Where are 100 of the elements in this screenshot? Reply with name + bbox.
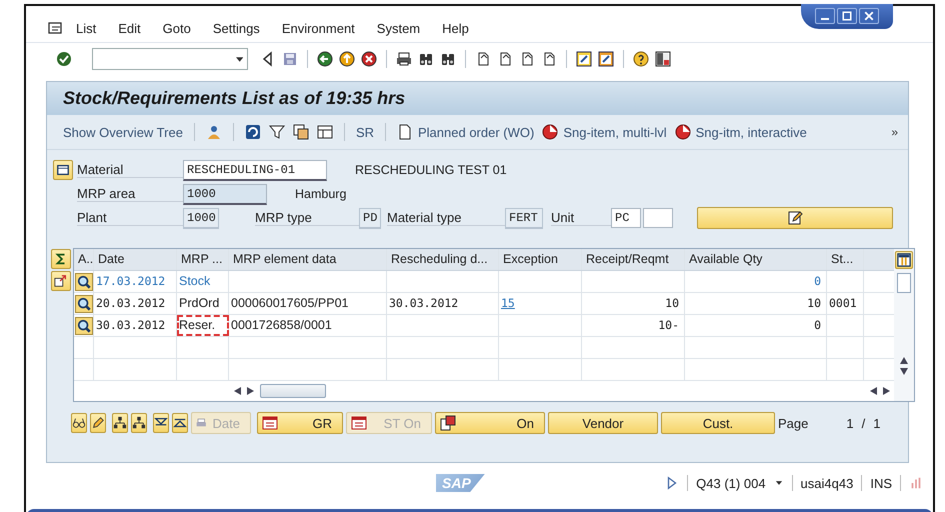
edit-icon [787,210,803,226]
command-field[interactable] [92,48,248,70]
table-cell-text: 10 [806,295,822,312]
help-icon[interactable] [633,51,649,67]
menu-item[interactable]: Help [442,20,469,36]
scrollbar-thumb[interactable] [260,384,326,398]
exit-icon[interactable] [339,51,355,67]
toolbar-button[interactable]: Sng-item, multi-lvl [542,124,667,140]
person-icon[interactable] [206,124,222,140]
page-number: 1 [846,416,854,430]
toolbar-button[interactable]: On [435,412,545,434]
dropdown-icon[interactable] [236,56,243,62]
header-toggle-button[interactable] [53,160,73,180]
system-info[interactable]: Q43 (1) 004 [696,476,766,490]
menu-icon[interactable] [48,20,64,36]
hierarchy-icon [132,416,146,430]
details-button[interactable] [75,272,93,290]
details-button[interactable] [75,294,93,312]
hierarchy-icon [113,416,127,430]
scroll-left-button[interactable] [870,387,877,395]
column-header[interactable]: MRP ... [177,249,229,270]
pencil-icon [91,416,105,430]
scrollbar-thumb[interactable] [897,273,911,293]
refresh-icon[interactable] [244,124,261,140]
insert-mode: INS [870,476,892,490]
expand-button[interactable] [153,413,169,433]
column-header[interactable]: MRP element data [229,249,387,270]
shortcut-icon[interactable] [598,51,614,67]
close-button[interactable] [859,8,879,24]
toolbar-button[interactable]: Cust. [661,412,775,434]
column-header[interactable]: St... [827,249,864,270]
plant-field: 1000 [183,208,219,228]
menu-item[interactable]: Edit [118,20,141,36]
columns-button[interactable] [895,251,913,269]
documents-icon[interactable] [292,124,309,140]
change-button[interactable] [90,413,106,433]
sum-button[interactable] [51,249,71,269]
export-button[interactable] [51,271,71,291]
toolbar-button[interactable]: Show Overview Tree [63,124,183,140]
table-cell-text: Stock [178,273,212,290]
table-cell-text: 0001726858/0001 [230,317,333,334]
menu-item[interactable]: System [376,20,420,36]
minimize-icon [821,18,829,20]
scroll-right-button[interactable] [883,387,890,395]
expand-status-icon[interactable] [665,476,680,490]
column-header[interactable]: Rescheduling d... [387,249,499,270]
filter-icon[interactable] [268,124,285,140]
close-icon [863,10,875,22]
column-header[interactable]: Date [94,249,177,270]
column-header[interactable]: A.. [74,249,94,270]
display-button[interactable] [71,413,87,433]
binoculars-icon[interactable] [418,51,434,67]
scroll-left-button[interactable] [234,387,241,395]
collapse-button[interactable] [172,413,188,433]
check-icon[interactable] [56,51,72,67]
toolbar-button[interactable]: Planned order (WO) [397,124,534,140]
menu-item[interactable]: List [76,20,96,36]
disc-icon [674,124,691,140]
table-cell-text: 10- [657,317,680,334]
menu-item[interactable]: Goto [162,20,191,36]
back-icon[interactable] [317,51,333,67]
vertical-scrollbar[interactable] [894,249,914,401]
material-field[interactable]: RESCHEDULING-01 [183,160,327,180]
details-button[interactable] [75,316,93,334]
left-arrow-icon [234,387,241,395]
magnifier-icon [77,318,91,332]
menu-item[interactable]: Settings [212,20,260,36]
table-cell-text: 000060017605/PP01 [230,295,350,312]
table-icon[interactable] [316,124,333,140]
cancel-icon[interactable] [361,51,377,67]
column-header[interactable]: Available Qty [685,249,827,270]
minimize-button[interactable] [815,8,835,24]
material-description: RESCHEDULING TEST 01 [355,163,507,177]
hierarchy-button[interactable] [131,413,147,433]
layout-icon[interactable] [655,51,671,67]
toolbar-button[interactable]: Vendor [548,412,658,434]
scroll-up-button[interactable] [900,357,908,364]
print-icon[interactable] [396,51,412,67]
new-window-icon[interactable] [576,51,592,67]
unit-field: PC [611,208,641,228]
user-name: usai4q43 [800,476,854,490]
save-icon[interactable] [282,51,298,67]
toolbar-button[interactable]: Sng-itm, interactive [674,124,807,140]
menu-item[interactable]: Environment [282,20,355,36]
column-header[interactable]: Exception [499,249,582,270]
table-cell[interactable]: 15 [499,293,582,314]
binoculars-icon[interactable] [440,51,456,67]
toolbar-button[interactable]: SR [356,124,374,140]
material-type-field: FERT [505,208,543,228]
hierarchy-button[interactable] [112,413,128,433]
magnifier-icon [77,274,91,288]
magnifier-icon [77,296,91,310]
column-header[interactable]: Receipt/Reqmt [582,249,685,270]
scroll-right-button[interactable] [247,387,254,395]
more-button[interactable]: » [891,125,898,139]
right-arrow-icon [247,387,254,395]
maximize-button[interactable] [837,8,857,24]
toolbar-button[interactable]: GR [257,412,343,434]
export-icon [54,274,68,288]
scroll-down-button[interactable] [900,368,908,375]
